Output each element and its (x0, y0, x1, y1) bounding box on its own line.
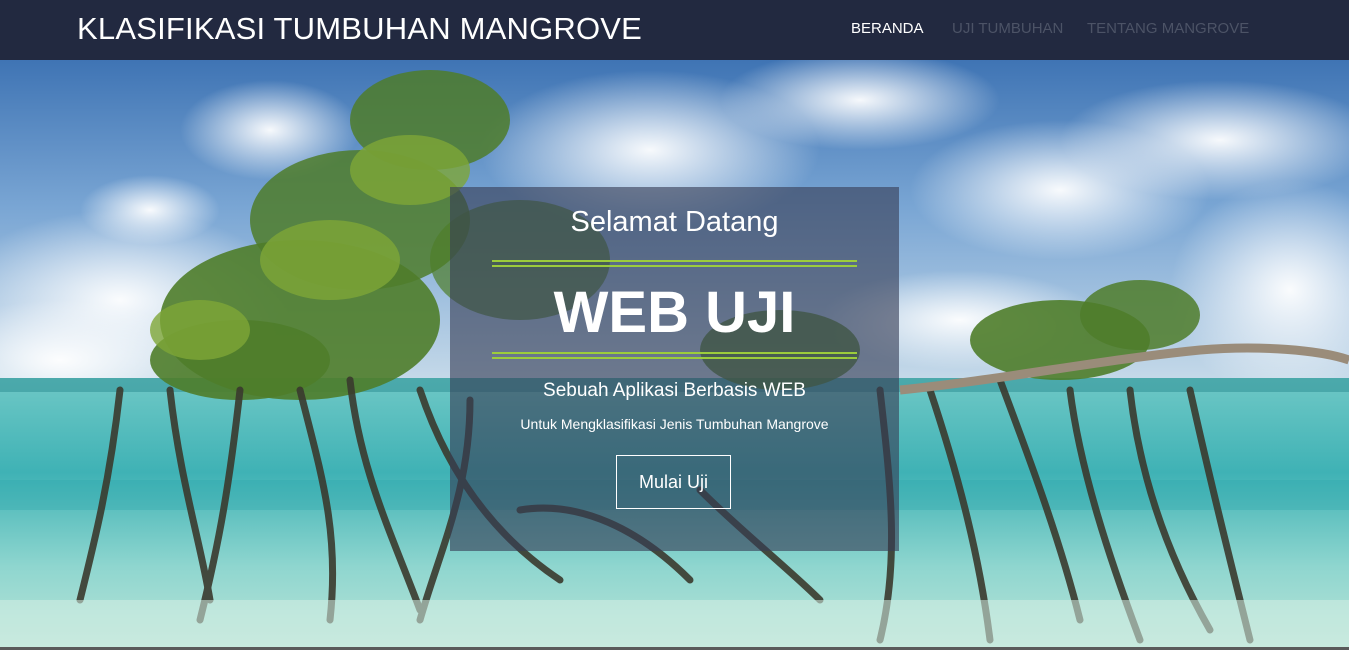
hero-title: WEB UJI (553, 280, 796, 345)
hero-welcome-panel: Selamat Datang WEB UJI Sebuah Aplikasi B… (450, 187, 899, 551)
divider-top-upper (492, 260, 857, 262)
divider-top-lower (492, 265, 857, 267)
nav-link-tentang-mangrove[interactable]: TENTANG MANGROVE (1087, 20, 1249, 37)
hero-description: Untuk Mengklasifikasi Jenis Tumbuhan Man… (520, 416, 829, 432)
divider-bottom-upper (492, 352, 857, 354)
site-brand-link[interactable]: KLASIFIKASI TUMBUHAN MANGROVE (77, 11, 642, 47)
start-test-button[interactable]: Mulai Uji (616, 455, 731, 509)
top-navbar: KLASIFIKASI TUMBUHAN MANGROVE BERANDA UJ… (0, 0, 1349, 60)
welcome-heading: Selamat Datang (570, 206, 779, 238)
divider-bottom-lower (492, 357, 857, 359)
hero-subtitle: Sebuah Aplikasi Berbasis WEB (543, 380, 806, 401)
nav-link-uji-tumbuhan[interactable]: UJI TUMBUHAN (952, 20, 1063, 37)
nav-link-beranda[interactable]: BERANDA (851, 20, 924, 37)
